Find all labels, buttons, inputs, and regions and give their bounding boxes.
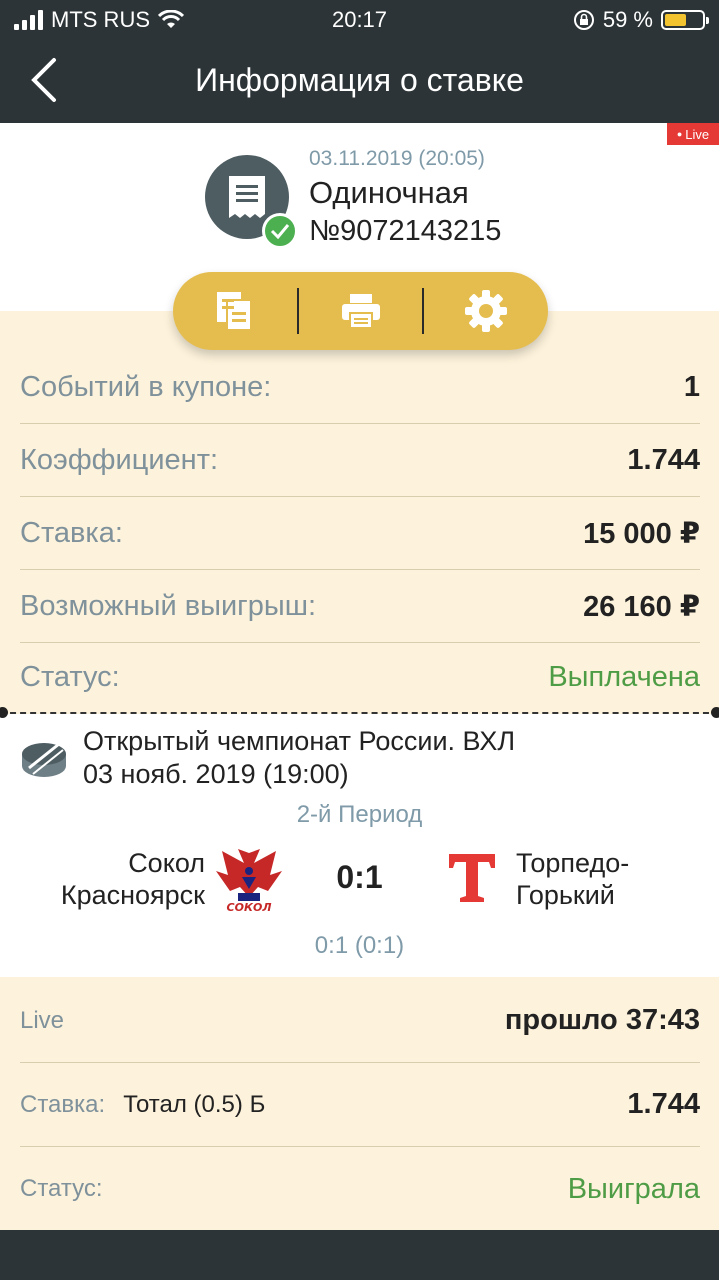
status-bar: MTS RUS 20:17 59 % [0, 0, 719, 40]
selection-status: Выиграла [567, 1172, 700, 1205]
bet-type: Одиночная [309, 175, 469, 210]
match-date: 03 нояб. 2019 (19:00) [83, 759, 349, 789]
summary-value: 1.744 [627, 443, 700, 476]
battery-percent: 59 % [602, 7, 653, 32]
match-card[interactable]: Открытый чемпионат России. ВХЛ 03 нояб. … [0, 714, 719, 977]
summary-value: 26 160 ₽ [583, 590, 700, 623]
summary-value: 15 000 ₽ [583, 517, 700, 550]
summary-label: Событий в купоне: [20, 370, 272, 403]
elapsed-time: прошло 37:43 [504, 1004, 700, 1036]
bet-selection: Тотал (0.5) Б [123, 1090, 266, 1118]
copy-document-icon [216, 292, 252, 331]
detail-row-status: Статус: Выиграла [20, 1147, 700, 1231]
battery-icon [661, 10, 709, 30]
svg-text:СОКОЛ: СОКОЛ [227, 901, 272, 913]
detail-row-stake: Ставка: Тотал (0.5) Б 1.744 [20, 1063, 700, 1147]
summary-row-stake: Ставка: 15 000 ₽ [20, 497, 700, 570]
live-badge: ● Live [667, 123, 719, 145]
dashed-divider [0, 712, 719, 714]
divider-dot [711, 707, 719, 718]
detail-row-live: Live прошло 37:43 [20, 979, 700, 1063]
orientation-lock-icon [573, 10, 594, 30]
bet-number: №9072143215 [309, 215, 502, 247]
status-value: Выплачена [548, 661, 700, 693]
period-score: 0:1 (0:1) [314, 932, 405, 959]
copy-button[interactable] [173, 272, 297, 350]
header: Информация о ставке [0, 40, 719, 123]
bottom-bar [0, 1230, 719, 1280]
league-name: Открытый чемпионат России. ВХЛ [83, 726, 516, 756]
detail-label: Live [20, 1006, 65, 1034]
bet-date: 03.11.2019 (20:05) [309, 147, 485, 170]
gear-icon [465, 290, 508, 332]
check-icon [262, 213, 298, 249]
match-period: 2-й Период [296, 801, 423, 828]
top-bar: MTS RUS 20:17 59 % Информация о ставке [0, 0, 719, 123]
away-team-name: Торпедо- Горький [516, 848, 630, 910]
detail-label: Статус: [20, 1175, 103, 1202]
summary-label: Статус: [20, 661, 120, 693]
summary-label: Возможный выигрыш: [20, 589, 317, 622]
settings-button[interactable] [424, 272, 548, 350]
summary-label: Коэффициент: [20, 443, 219, 476]
bet-summary: Событий в купоне: 1 Коэффициент: 1.744 С… [0, 311, 719, 714]
away-team-logo [449, 854, 495, 902]
detail-label: Ставка: Тотал (0.5) Б [20, 1090, 266, 1118]
summary-value: 1 [683, 370, 700, 403]
summary-row-coefficient: Коэффициент: 1.744 [20, 424, 700, 497]
summary-row-status: Статус: Выплачена [20, 641, 700, 714]
print-button[interactable] [299, 272, 423, 350]
page-title: Информация о ставке [195, 62, 524, 98]
summary-row-possible-win: Возможный выигрыш: 26 160 ₽ [20, 570, 700, 643]
action-toolbar [173, 272, 548, 350]
printer-icon [341, 294, 380, 329]
bet-event-details: Live прошло 37:43 Ставка: Тотал (0.5) Б 1… [0, 977, 719, 1230]
hockey-puck-icon [22, 742, 66, 777]
summary-row-events: Событий в купоне: 1 [20, 351, 700, 424]
summary-label: Ставка: [20, 516, 123, 549]
selection-odds: 1.744 [627, 1088, 700, 1120]
